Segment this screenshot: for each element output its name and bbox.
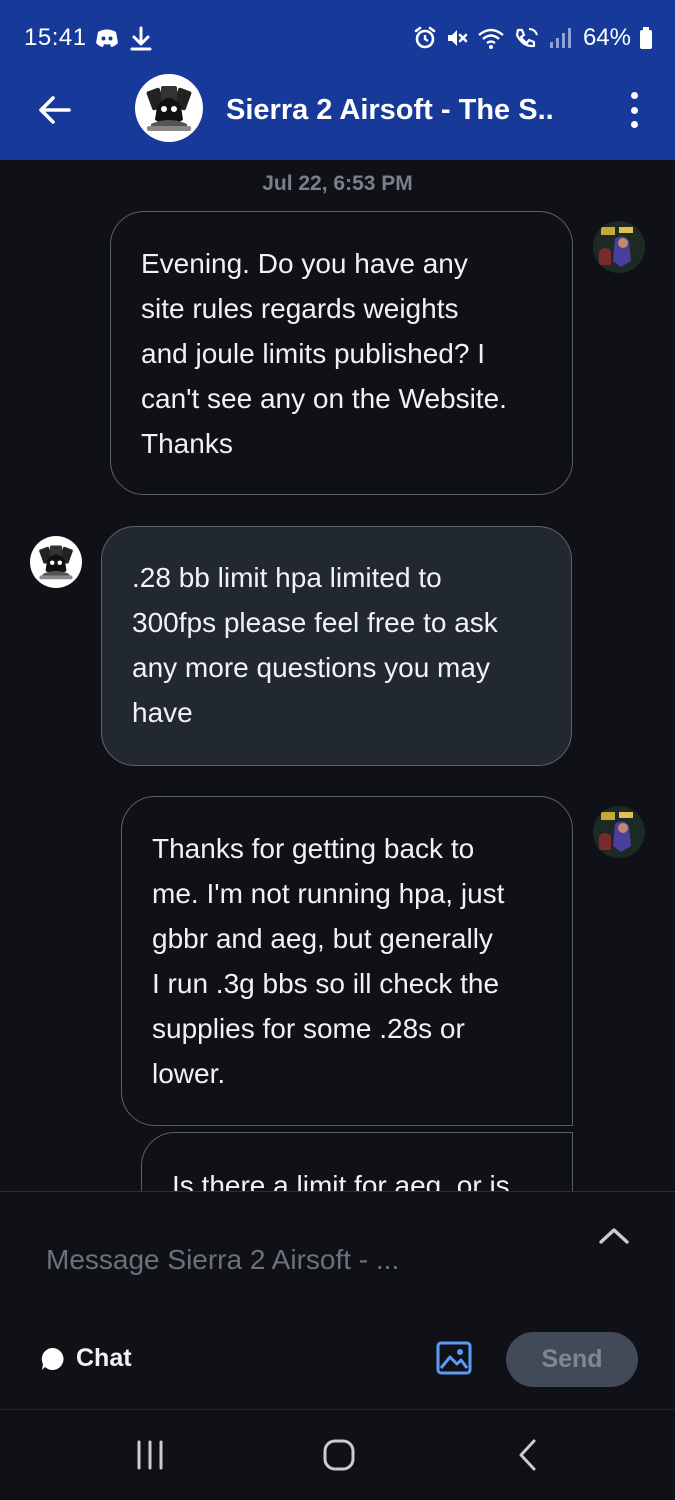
- message-line: lower.: [152, 1058, 226, 1089]
- send-button[interactable]: Send: [506, 1332, 638, 1387]
- battery-level: 64%: [582, 24, 631, 51]
- status-right-icons: 64%: [413, 24, 653, 52]
- attach-image-button[interactable]: [436, 1340, 472, 1376]
- screen: 15:41 64% Sierra 2 Airsoft - The S.. Jul…: [0, 0, 675, 1500]
- message-line: Thanks: [141, 428, 233, 459]
- message-line: gbbr and aeg, but generally: [152, 923, 493, 954]
- discord-icon: [94, 26, 120, 57]
- conversation-title: Sierra 2 Airsoft - The S..: [226, 94, 554, 126]
- status-left-icons: [94, 26, 152, 57]
- message-input[interactable]: Message Sierra 2 Airsoft - ...: [46, 1244, 399, 1276]
- message-composer: Message Sierra 2 Airsoft - ... Chat Send: [0, 1191, 675, 1409]
- message-bubble-outgoing[interactable]: Thanks for getting back to me. I'm not r…: [121, 796, 573, 1126]
- message-line: 300fps please feel free to ask: [132, 607, 498, 638]
- system-navigation-bar: [0, 1409, 675, 1500]
- signal-icon: [549, 26, 571, 50]
- battery-icon: [639, 26, 653, 50]
- back-arrow-icon: [39, 96, 71, 124]
- user-avatar[interactable]: [593, 806, 645, 858]
- message-line: site rules regards weights: [141, 293, 459, 324]
- message-line: .28 bb limit hpa limited to: [132, 562, 442, 593]
- business-avatar[interactable]: [135, 74, 203, 142]
- more-vert-icon-dot: [630, 106, 638, 114]
- message-line: have: [132, 697, 193, 728]
- user-avatar-image: [593, 806, 645, 858]
- business-avatar-small[interactable]: [30, 536, 82, 588]
- date-separator: Jul 22, 6:53 PM: [262, 172, 413, 195]
- header: 15:41 64% Sierra 2 Airsoft - The S..: [0, 0, 675, 160]
- user-avatar[interactable]: [593, 221, 645, 273]
- message-line: and joule limits published? I: [141, 338, 485, 369]
- message-line: Thanks for getting back to: [152, 833, 475, 864]
- wifi-calling-icon: [513, 26, 541, 50]
- chevron-up-icon: [599, 1228, 629, 1244]
- image-icon: [436, 1341, 472, 1375]
- user-avatar-image: [593, 221, 645, 273]
- more-options-button[interactable]: [619, 88, 649, 132]
- recents-button[interactable]: [134, 1438, 166, 1477]
- nav-back-icon: [519, 1439, 536, 1471]
- message-list[interactable]: Jul 22, 6:53 PM Evening. Do you have any…: [0, 160, 675, 1191]
- message-line: me. I'm not running hpa, just: [152, 878, 505, 909]
- message-line: Evening. Do you have any: [141, 248, 468, 279]
- nav-back-button[interactable]: [516, 1438, 540, 1477]
- chat-mode-selector[interactable]: Chat: [40, 1344, 132, 1373]
- more-vert-icon-dot: [630, 92, 638, 99]
- message-line: can't see any on the Website.: [141, 383, 507, 414]
- recents-icon: [137, 1440, 163, 1470]
- message-bubble-outgoing[interactable]: Is there a limit for aeg, or is: [141, 1132, 573, 1191]
- skull-cards-logo: [39, 545, 73, 580]
- download-icon: [130, 26, 152, 57]
- more-vert-icon-dot: [630, 121, 638, 128]
- app-bar: Sierra 2 Airsoft - The S..: [0, 72, 675, 160]
- wifi-icon: [477, 26, 505, 50]
- status-bar: 15:41 64%: [0, 0, 675, 80]
- message-bubble-incoming[interactable]: .28 bb limit hpa limited to 300fps pleas…: [101, 526, 572, 766]
- skull-cards-logo: [146, 86, 192, 131]
- message-line: supplies for some .28s or: [152, 1013, 465, 1044]
- chat-bubble-icon: [41, 1347, 64, 1370]
- home-icon: [323, 1439, 355, 1471]
- message-line: any more questions you may: [132, 652, 490, 683]
- chat-mode-label: Chat: [76, 1344, 132, 1372]
- message-line: I run .3g bbs so ill check the: [152, 968, 500, 999]
- back-button[interactable]: [30, 86, 78, 134]
- collapse-button[interactable]: [597, 1224, 631, 1248]
- home-button[interactable]: [322, 1438, 356, 1477]
- message-bubble-outgoing[interactable]: Evening. Do you have any site rules rega…: [110, 211, 573, 495]
- message-line: Is there a limit for aeg, or is: [172, 1170, 510, 1191]
- mute-icon: [445, 26, 469, 50]
- status-time: 15:41: [24, 24, 87, 51]
- alarm-icon: [413, 26, 437, 50]
